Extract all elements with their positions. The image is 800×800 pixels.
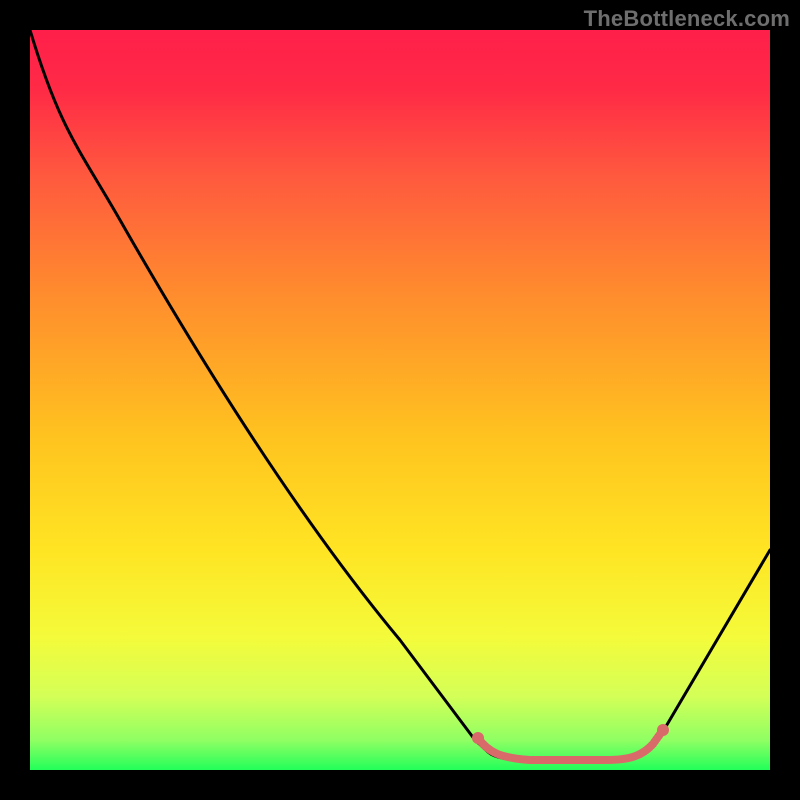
- chart-container: TheBottleneck.com: [0, 0, 800, 800]
- highlight-dot-right: [657, 724, 669, 736]
- bottleneck-chart: [0, 0, 800, 800]
- plot-area: [30, 30, 770, 770]
- watermark-label: TheBottleneck.com: [584, 6, 790, 32]
- highlight-dot-left: [472, 732, 484, 744]
